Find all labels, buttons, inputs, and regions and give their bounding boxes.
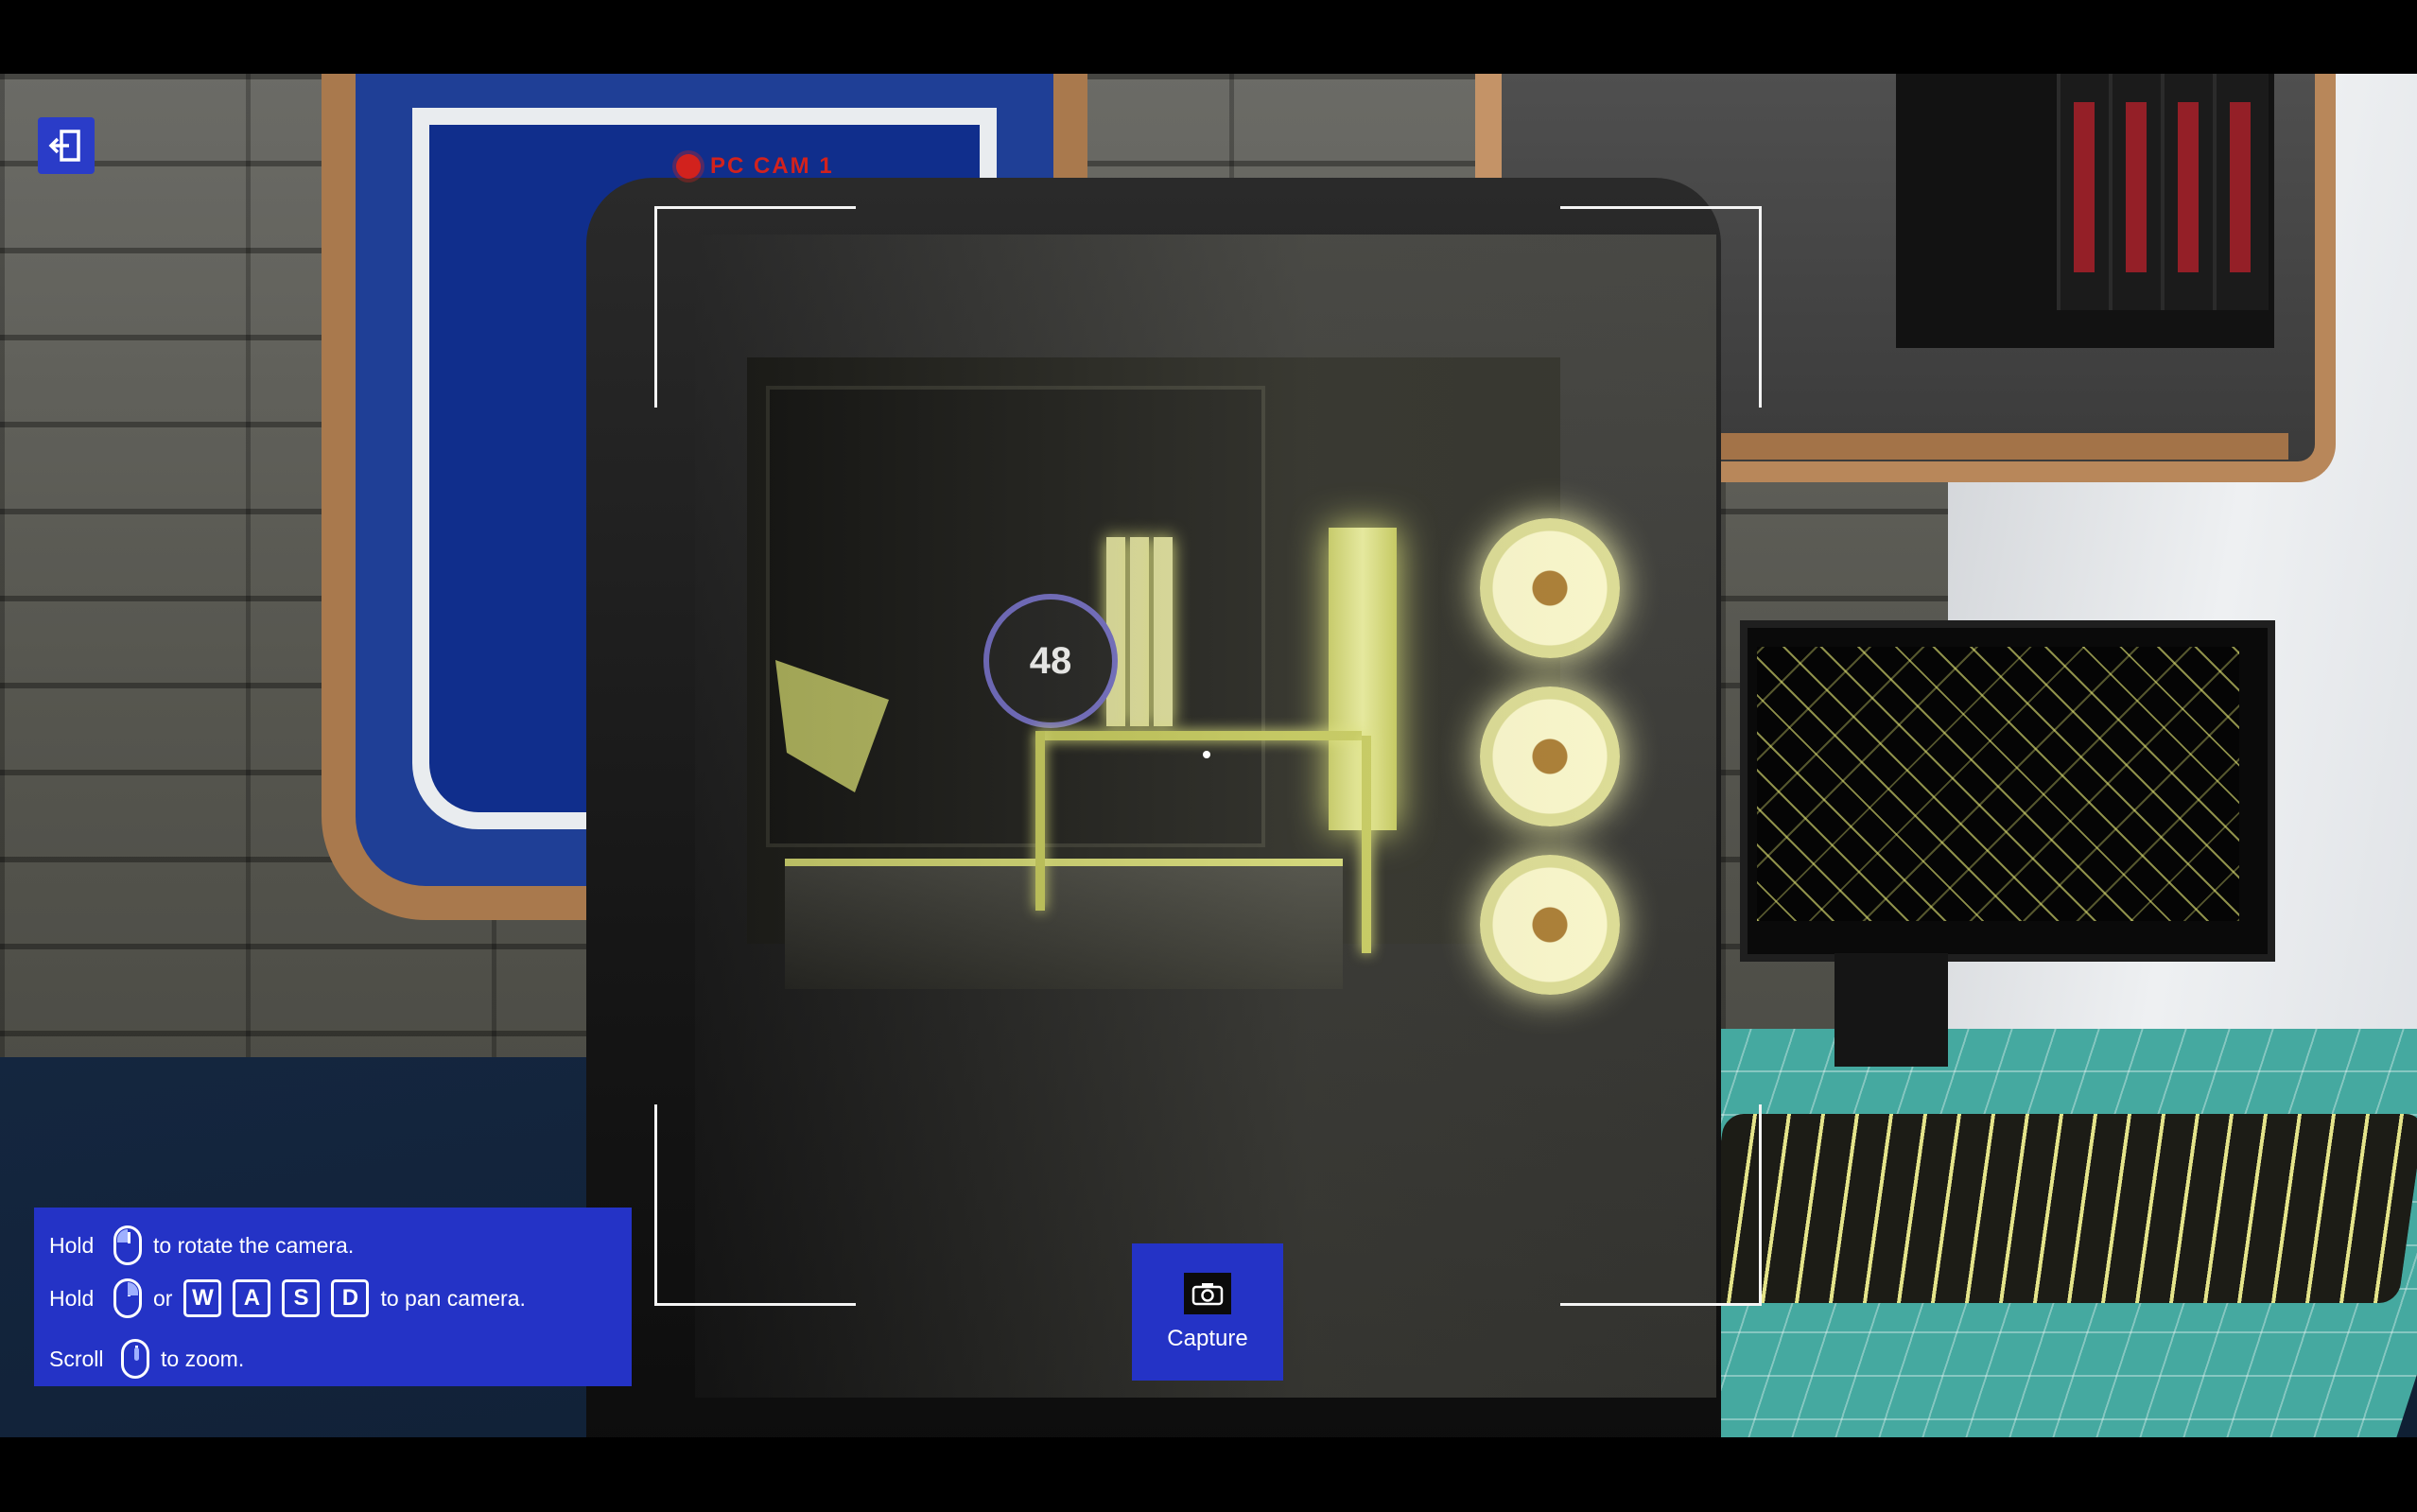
keyboard bbox=[1697, 1114, 2417, 1303]
pan-hint-text: to pan camera. bbox=[380, 1285, 526, 1311]
monitor-screen bbox=[1757, 647, 2239, 921]
capture-label: Capture bbox=[1167, 1325, 1248, 1351]
rotate-hint-text: to rotate the camera. bbox=[153, 1232, 355, 1258]
viewfinder-corner-bottom-left bbox=[654, 1104, 856, 1306]
zoom-hint-text: to zoom. bbox=[161, 1346, 245, 1371]
desk-monitor bbox=[1740, 620, 2275, 962]
viewfinder-corner-top-right bbox=[1560, 206, 1762, 408]
mouse-right-icon bbox=[113, 1278, 142, 1318]
camera-controls-help: Hold to rotate the camera. Hold or W A S… bbox=[34, 1208, 632, 1386]
or-label: or bbox=[153, 1285, 173, 1311]
key-s: S bbox=[282, 1279, 321, 1317]
crosshair-dot bbox=[1203, 751, 1210, 758]
zoom-hint: Scroll to zoom. bbox=[49, 1332, 617, 1385]
binder bbox=[2213, 74, 2269, 310]
rotate-hint: Hold to rotate the camera. bbox=[49, 1219, 617, 1272]
camera-icon bbox=[1184, 1272, 1231, 1314]
scroll-label: Scroll bbox=[49, 1346, 104, 1371]
viewfinder-corner-top-left bbox=[654, 206, 856, 408]
key-w: W bbox=[183, 1279, 222, 1317]
monitor-stand bbox=[1834, 953, 1948, 1067]
letterbox-top bbox=[0, 0, 2417, 74]
hold-label: Hold bbox=[49, 1285, 95, 1311]
game-viewport[interactable]: 48 PC CAM 1 Hold to rotate the camera. bbox=[0, 0, 2417, 1512]
mouse-left-icon bbox=[113, 1225, 142, 1265]
shelf-binders bbox=[1896, 74, 2274, 348]
binder bbox=[2161, 74, 2217, 310]
hold-label: Hold bbox=[49, 1232, 95, 1258]
capture-button[interactable]: Capture bbox=[1132, 1243, 1283, 1381]
camera-label: PC CAM 1 bbox=[710, 153, 834, 179]
binder bbox=[2109, 74, 2165, 310]
mouse-scroll-icon bbox=[121, 1339, 149, 1379]
exit-button[interactable] bbox=[38, 117, 95, 174]
exit-icon bbox=[48, 130, 80, 162]
record-dot-icon bbox=[676, 154, 701, 179]
pan-hint: Hold or W A S D to pan camera. bbox=[49, 1272, 617, 1325]
letterbox-bottom bbox=[0, 1437, 2417, 1512]
recording-indicator: PC CAM 1 bbox=[676, 153, 834, 180]
key-d: D bbox=[331, 1279, 370, 1317]
key-a: A bbox=[233, 1279, 271, 1317]
binder bbox=[2057, 74, 2113, 310]
viewfinder-corner-bottom-right bbox=[1560, 1104, 1762, 1306]
